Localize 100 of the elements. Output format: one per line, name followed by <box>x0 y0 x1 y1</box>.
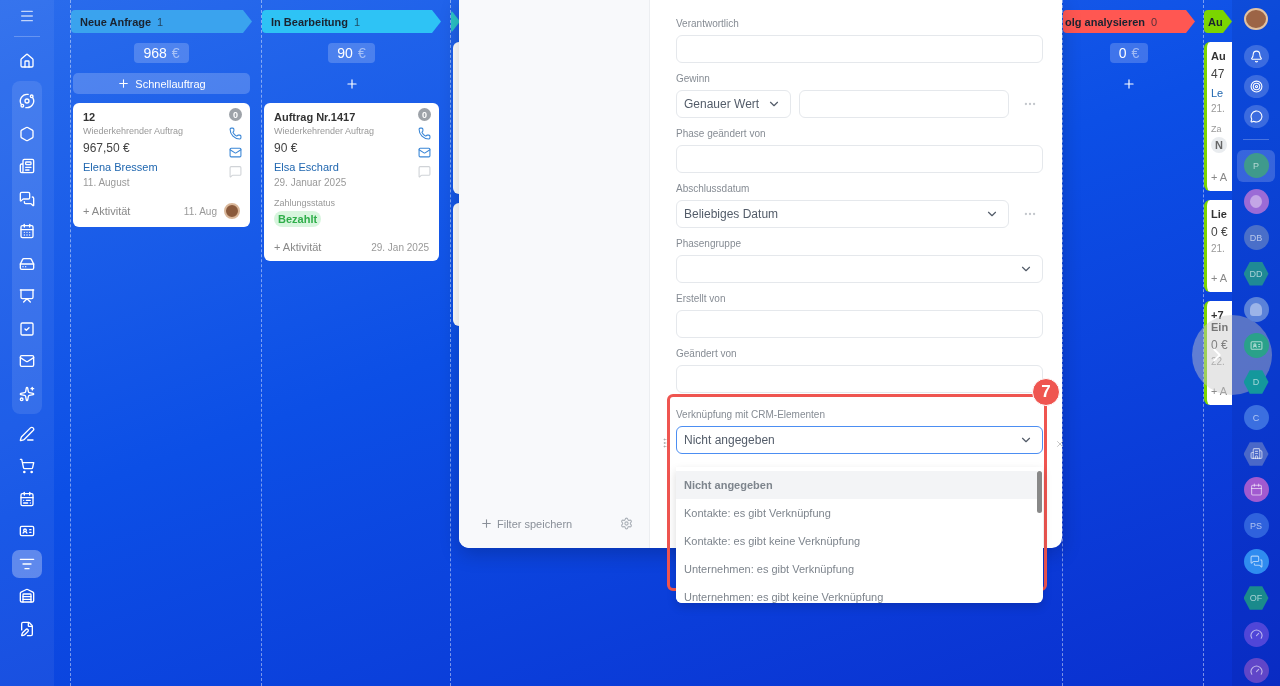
contact-link[interactable]: Elsa Eschard <box>274 161 411 173</box>
dropdown-option[interactable]: Unternehmen: es gibt keine Verknüpfung <box>676 583 1037 603</box>
activity-counter: 0 <box>418 108 431 121</box>
input-field[interactable] <box>799 90 1009 118</box>
dropdown-option[interactable]: Nicht angegeben <box>676 471 1037 499</box>
card-subtitle: Wiederkehrender Auftrag <box>274 126 376 136</box>
card-date: 21. <box>1211 103 1225 114</box>
deal-card[interactable]: Auftrag Nr.1417 Wiederkehrender Auftrag 90 € Elsa Eschard 29. Januar 2025 Zahlungsstatus Bezahlt + Aktivität 29. Jan 2025 0 <box>264 103 439 261</box>
presentation-icon <box>19 288 35 304</box>
target-button[interactable] <box>1243 75 1269 98</box>
phone-icon[interactable] <box>418 127 431 140</box>
status-tag: N <box>1211 137 1227 153</box>
stage-header[interactable]: In Bearbeitung 1 <box>262 10 441 33</box>
nav-item[interactable] <box>12 549 42 578</box>
contact-avatar: PS <box>1243 513 1269 539</box>
chat-list-item[interactable]: PS <box>1237 509 1275 542</box>
chat-list-item[interactable]: OF <box>1237 582 1275 614</box>
plus-icon <box>480 517 493 530</box>
input-field[interactable] <box>676 310 1043 338</box>
gauge-icon <box>1249 627 1263 641</box>
field-label: Geändert von <box>676 348 738 359</box>
warehouse-icon <box>19 588 35 604</box>
add-activity-link[interactable]: + A <box>1211 272 1228 284</box>
orbit-icon <box>19 93 35 109</box>
card-title: Lie <box>1211 208 1227 220</box>
field-label: Phasengruppe <box>676 238 743 249</box>
chat-list-item[interactable]: DB <box>1237 221 1275 254</box>
select-field[interactable]: Beliebiges Datum <box>676 200 1009 228</box>
contact-avatar: C <box>1243 405 1269 431</box>
chat-button[interactable] <box>1243 105 1269 128</box>
input-field[interactable] <box>676 35 1043 63</box>
plus-icon <box>344 76 359 91</box>
contact-avatar: D <box>1243 369 1269 395</box>
card-amount: 90 € <box>274 141 299 155</box>
input-field[interactable] <box>676 365 1043 393</box>
card-title: Ein <box>1211 321 1229 333</box>
id-card-icon <box>1249 339 1263 353</box>
save-filter-link[interactable]: Filter speichern <box>480 517 573 530</box>
select-field[interactable]: Nicht angegeben <box>676 426 1043 454</box>
card-amount: 0 € <box>1211 338 1228 352</box>
field-label: Zahlungsstatus <box>274 198 337 208</box>
deal-card[interactable] <box>453 203 459 326</box>
card-date: 29. Januar 2025 <box>274 177 348 188</box>
card-title: +7 <box>1211 309 1224 321</box>
avatar <box>224 203 240 219</box>
phone-icon[interactable] <box>229 127 242 140</box>
notifications-button[interactable] <box>1243 45 1269 69</box>
chat-icon <box>19 190 35 207</box>
chat-list-item[interactable]: C <box>1237 401 1275 434</box>
mail-icon[interactable] <box>229 146 242 159</box>
step-badge: 7 <box>1032 378 1060 406</box>
pen-icon <box>19 425 35 442</box>
menu-icon[interactable] <box>19 8 35 24</box>
deal-card[interactable]: 12 Wiederkehrender Auftrag 967,50 € Elena Bressem 11. August + Aktivität 11. Aug 0 <box>73 103 250 227</box>
mail-icon[interactable] <box>418 146 431 159</box>
calendar-icon <box>1249 483 1263 497</box>
hexagon-icon <box>19 125 35 142</box>
sparkle-icon <box>19 385 35 402</box>
field-label: Erstellt von <box>676 293 727 304</box>
stage-sum: 0 € <box>1109 43 1149 63</box>
card-date: 29. Jan 2025 <box>371 241 429 253</box>
stage-sum: 90 € <box>328 43 375 63</box>
gauge-icon <box>1249 663 1263 677</box>
card-amount: 967,50 € <box>83 141 131 155</box>
bell-icon <box>1249 50 1263 64</box>
home-icon <box>19 53 35 69</box>
status-tag: Bezahlt <box>274 211 322 227</box>
plus-icon <box>1122 76 1136 91</box>
field-label: Gewinn <box>676 73 711 84</box>
contact-link[interactable]: Elena Bressem <box>83 161 222 173</box>
card-title: 12 <box>83 111 97 123</box>
user-avatar[interactable] <box>1244 8 1268 31</box>
contact-avatar: DB <box>1243 225 1269 251</box>
add-activity-link[interactable]: + A <box>1211 385 1228 397</box>
deal-card[interactable]: Au 47 Le 21. Za N + A <box>1204 42 1232 191</box>
select-field[interactable]: Genauer Wert <box>676 90 791 118</box>
quick-order-button[interactable]: Schnellauftrag <box>73 73 250 94</box>
chat-list-item[interactable]: D <box>1237 365 1275 398</box>
stage-header[interactable]: Au <box>1204 10 1232 33</box>
contact-link[interactable]: Le <box>1211 87 1224 99</box>
checkbox-icon <box>19 320 35 337</box>
stage-header[interactable]: olg analysieren 0 <box>1063 10 1195 33</box>
chat-list-item[interactable]: P <box>1237 149 1275 182</box>
add-activity-link[interactable]: + Aktivität <box>83 205 131 217</box>
select-field[interactable] <box>676 255 1043 283</box>
field-label: Verknüpfung mit CRM-Elementen <box>676 409 826 420</box>
field-label: Phase geändert von <box>676 128 767 139</box>
stage-header[interactable]: Neue Anfrage 1 <box>71 10 252 33</box>
add-activity-link[interactable]: + Aktivität <box>274 241 322 253</box>
close-icon[interactable] <box>1055 439 1065 449</box>
chat-list-item[interactable]: DD <box>1237 257 1275 290</box>
field-label: Verantwortlich <box>676 18 740 29</box>
target-icon <box>1249 80 1263 94</box>
building-icon <box>1249 447 1263 461</box>
scrollbar-thumb[interactable] <box>1037 471 1042 513</box>
contact-avatar: OF <box>1243 585 1269 611</box>
activity-counter: 0 <box>229 108 242 121</box>
input-field[interactable] <box>676 145 1043 173</box>
deal-card[interactable]: Lie 0 € 21. + A <box>1204 200 1232 292</box>
add-activity-link[interactable]: + A <box>1211 171 1228 183</box>
